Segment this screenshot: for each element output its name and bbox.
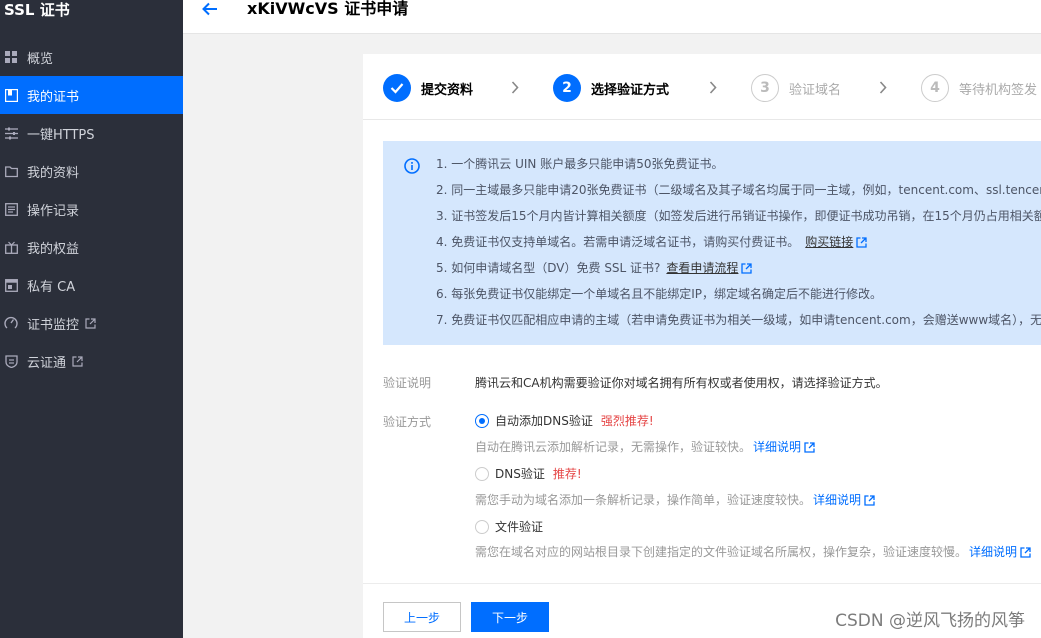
radio-button[interactable] [475,519,489,534]
sliders-icon [4,126,18,140]
option-label: DNS验证 [495,467,545,481]
desc-label: 验证说明 [383,376,432,390]
sidebar-item-label: 我的权益 [27,241,80,257]
log-icon [4,202,18,216]
sidebar-item-one-click-https[interactable]: 一键HTTPS [0,114,183,152]
external-link-icon [741,260,753,280]
external-link-icon [72,355,83,367]
step-await-issuance: 4 等待机构签发 [921,74,1037,102]
info-icon [404,158,420,174]
notice-item: 1. 一个腾讯云 UIN 账户最多只能申请50张免费证书。 [436,157,724,171]
prev-step-button[interactable]: 上一步 [383,602,461,632]
notice-item: 3. 证书签发后15个月内皆计算相关额度（如签发后进行吊销证书操作，即便证书成功… [436,209,1041,223]
radio-file[interactable]: 文件验证 [475,518,543,535]
option-hint: 自动在腾讯云添加解析记录，无需操作，验证较快。 详细说明 [475,438,815,456]
radio-auto-dns[interactable]: 自动添加DNS验证 强烈推荐! [475,412,654,429]
sidebar-item-private-ca[interactable]: 私有 CA [0,266,183,304]
step-label: 提交资料 [421,82,474,98]
step-choose-verification: 2 选择验证方式 [553,74,669,102]
sidebar-item-cert-monitor[interactable]: 证书监控 [0,304,183,342]
watermark: CSDN @逆风飞扬的风筝 [835,611,1025,631]
sidebar: SSL 证书 概览 我的证书 一键HTTPS 我的资料 操作记录 我的权益 私有… [0,0,183,638]
check-icon [383,74,411,102]
shield-icon [4,354,18,368]
notice-item: 6. 每张免费证书仅能绑定一个单域名且不能绑定IP，绑定域名确定后不能进行修改。 [436,287,883,301]
chevron-right-icon [511,81,519,98]
option-hint: 需您手动为域名添加一条解析记录，操作简单，验证速度较快。 详细说明 [475,491,875,509]
back-arrow-icon[interactable] [201,0,219,18]
step-label: 选择验证方式 [591,82,670,98]
step-label: 等待机构签发 [959,82,1038,98]
option-hint: 需您在域名对应的网站根目录下创建指定的文件验证域名所属权，操作复杂，验证速度较慢… [475,543,1031,561]
folder-icon [4,164,18,178]
notice-box: 1. 一个腾讯云 UIN 账户最多只能申请50张免费证书。 2. 同一主域最多只… [383,141,1041,345]
sidebar-item-label: 操作记录 [27,203,80,219]
sidebar-nav: 概览 我的证书 一键HTTPS 我的资料 操作记录 我的权益 私有 CA 证书监… [0,38,183,380]
notice-item: 4. 免费证书仅支持单域名。若需申请泛域名证书，请购买付费证书。 购买链接 [436,232,1041,258]
external-link-icon [1020,547,1031,561]
sidebar-item-label: 一键HTTPS [27,127,95,143]
external-link-icon [864,495,875,509]
certificate-icon [4,88,18,102]
page-title: xKiVWcVS 证书申请 [247,0,409,18]
sidebar-item-my-certificates[interactable]: 我的证书 [0,76,183,114]
step-submit-info: 提交资料 [383,74,473,102]
recommend-tag: 推荐! [552,467,582,481]
sidebar-item-label: 云证通 [27,355,67,371]
notice-item: 5. 如何申请域名型（DV）免费 SSL 证书? 查看申请流程 [436,258,1041,284]
radio-button[interactable] [475,466,489,481]
step-number: 4 [921,74,949,102]
desc-text: 腾讯云和CA机构需要验证你对域名拥有所有权或者使用权，请选择验证方式。 [475,376,888,390]
sidebar-item-cloud-cert[interactable]: 云证通 [0,342,183,380]
gift-icon [4,240,18,254]
divider [363,583,1041,584]
sidebar-item-label: 我的资料 [27,165,80,181]
grid-icon [4,50,18,64]
option-label: 自动添加DNS验证 [495,414,593,428]
step-number: 3 [751,74,779,102]
page-header: xKiVWcVS 证书申请 [183,0,1041,34]
sidebar-item-operation-log[interactable]: 操作记录 [0,190,183,228]
external-link-icon [804,442,815,456]
next-step-button[interactable]: 下一步 [471,602,549,632]
apply-process-link[interactable]: 查看申请流程 [666,261,738,275]
sidebar-item-label: 我的证书 [27,89,80,105]
method-label: 验证方式 [383,415,432,429]
detail-link[interactable]: 详细说明 [753,440,801,454]
sidebar-item-label: 私有 CA [27,279,76,295]
recommend-tag: 强烈推荐! [600,414,654,428]
sidebar-brand: SSL 证书 [4,1,70,19]
option-label: 文件验证 [495,520,544,534]
radio-button[interactable] [475,413,489,428]
monitor-icon [4,316,18,330]
step-indicator: 提交资料 2 选择验证方式 3 验证域名 4 等待机构签发 [363,54,1041,120]
notice-list: 1. 一个腾讯云 UIN 账户最多只能申请50张免费证书。 2. 同一主域最多只… [436,154,1041,336]
external-link-icon [85,317,96,329]
sidebar-item-my-benefits[interactable]: 我的权益 [0,228,183,266]
radio-dns[interactable]: DNS验证 推荐! [475,465,582,482]
step-verify-domain: 3 验证域名 [751,74,841,102]
detail-link[interactable]: 详细说明 [969,545,1017,559]
step-label: 验证域名 [789,82,842,98]
application-card: 提交资料 2 选择验证方式 3 验证域名 4 等待机构签发 1. 一个腾讯云 U… [363,54,1041,638]
buy-link[interactable]: 购买链接 [805,235,853,249]
chevron-right-icon [709,81,717,98]
sidebar-item-overview[interactable]: 概览 [0,38,183,76]
detail-link[interactable]: 详细说明 [813,493,861,507]
notice-item: 2. 同一主域最多只能申请20张免费证书（二级域名及其子域名均属于同一主域，例如… [436,183,1041,197]
external-link-icon [856,234,867,254]
sidebar-item-label: 概览 [27,51,54,67]
window-icon [4,278,18,292]
notice-item: 7. 免费证书仅匹配相应申请的主域（若申请免费证书为相关一级域，如申请tence… [436,313,1041,327]
sidebar-item-my-info[interactable]: 我的资料 [0,152,183,190]
chevron-right-icon [879,81,887,98]
step-number: 2 [553,74,581,102]
sidebar-item-label: 证书监控 [27,317,80,333]
